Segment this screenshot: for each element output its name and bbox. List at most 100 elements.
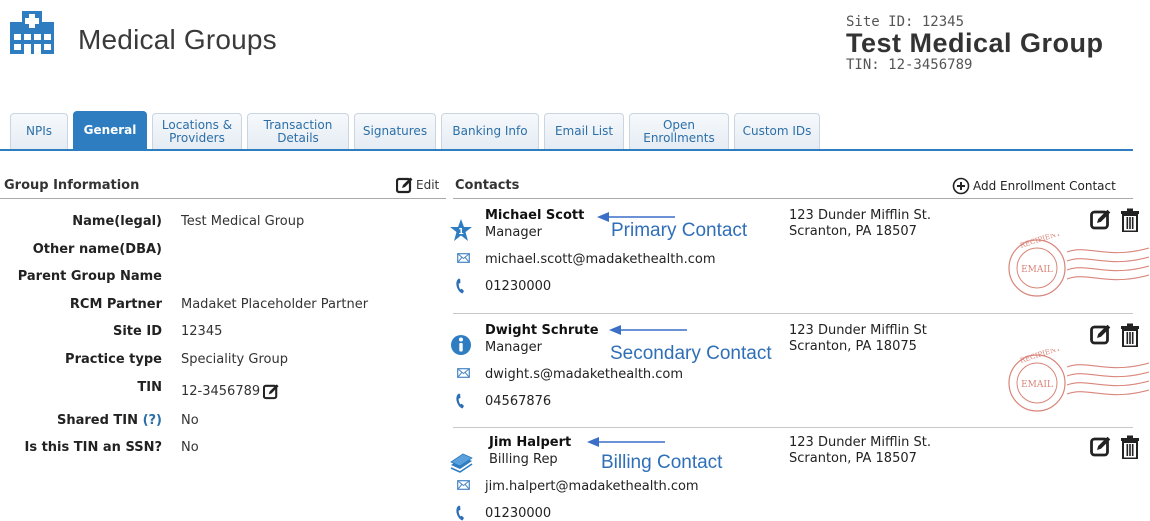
field-label: Site ID (112, 324, 162, 339)
address-line-1: 123 Dunder Mifflin St. (789, 435, 932, 450)
annotation-arrow (587, 437, 665, 447)
edit-contact-icon[interactable] (1090, 323, 1112, 345)
contact-name: Jim Halpert (489, 435, 572, 450)
field-value: No (181, 440, 199, 455)
contact-phone[interactable]: 01230000 (485, 279, 551, 294)
tab-npis[interactable]: NPIs (10, 113, 68, 149)
billing-money-icon (450, 453, 473, 473)
stamp-text: EMAIL (1021, 265, 1053, 275)
field-label: RCM Partner (69, 297, 162, 312)
add-enrollment-contact-label: Add Enrollment Contact (973, 179, 1116, 193)
edit-label: Edit (416, 178, 440, 192)
contact-title: Manager (485, 225, 542, 240)
field-label: Other name(DBA) (32, 242, 162, 257)
edit-contact-icon[interactable] (1090, 435, 1112, 457)
address-line-1: 123 Dunder Mifflin St (789, 323, 927, 338)
plus-circle-icon (952, 177, 970, 195)
contact-phone[interactable]: 01230000 (485, 506, 551, 521)
address-line-2: Scranton, PA 18075 (789, 339, 917, 354)
phone-icon (456, 278, 464, 294)
address-line-2: Scranton, PA 18507 (789, 451, 917, 466)
contact-email[interactable]: michael.scott@madakethealth.com (485, 252, 716, 267)
contact-divider (453, 427, 1133, 428)
info-circle-icon (451, 335, 471, 355)
primary-star-icon: 1 (450, 219, 472, 241)
group-name: Test Medical Group (846, 28, 1104, 58)
contact-card-secondary: Dwight Schrute Manager Secondary Contact… (445, 323, 1150, 433)
contact-name: Dwight Schrute (485, 323, 599, 338)
phone-icon (456, 505, 464, 521)
tab-general[interactable]: General (73, 111, 147, 149)
field-label: TIN (137, 380, 162, 395)
contact-email[interactable]: dwight.s@madakethealth.com (485, 367, 683, 382)
field-value: 12345 (181, 324, 223, 339)
tab-open-enrollments[interactable]: Open Enrollments (629, 113, 729, 149)
group-tin: TIN: 12-3456789 (846, 57, 973, 73)
email-stamp-icon: EMAIL RECIPIENT (1008, 234, 1150, 297)
contact-actions (1090, 208, 1140, 232)
group-info-divider (0, 198, 446, 199)
envelope-icon (457, 253, 470, 263)
phone-icon (456, 393, 464, 409)
tab-custom-ids[interactable]: Custom IDs (734, 113, 820, 149)
annotation-arrow (609, 325, 687, 335)
field-label: Is this TIN an SSN? (24, 440, 162, 455)
field-value: Test Medical Group (181, 214, 305, 229)
contact-card-billing: Jim Halpert Billing Rep Billing Contact … (445, 435, 1150, 521)
secondary-contact-annotation: Secondary Contact (610, 343, 772, 364)
field-value-tin: 12-3456789 (181, 383, 280, 400)
tab-locations-providers[interactable]: Locations & Providers (152, 113, 242, 149)
delete-contact-icon[interactable] (1120, 208, 1140, 232)
add-enrollment-contact-button[interactable]: Add Enrollment Contact (952, 177, 1116, 195)
tab-banking-info[interactable]: Banking Info (441, 113, 539, 149)
field-value: Madaket Placeholder Partner (181, 297, 369, 312)
field-label: Name(legal) (72, 214, 162, 229)
field-row-name-legal: Name(legal) Test Medical Group (0, 214, 440, 234)
tab-transaction-details[interactable]: Transaction Details (247, 113, 349, 149)
field-row-other-name: Other name(DBA) (0, 242, 440, 262)
svg-text:1: 1 (458, 227, 464, 236)
contact-title: Billing Rep (489, 452, 558, 467)
tab-signatures[interactable]: Signatures (354, 113, 436, 149)
field-label: Parent Group Name (17, 269, 162, 284)
field-row-tin: TIN 12-3456789 (0, 380, 440, 400)
field-row-tin-ssn: Is this TIN an SSN? No (0, 440, 440, 460)
contact-title: Manager (485, 340, 542, 355)
email-stamp-icon: EMAIL RECIPIENT (1008, 349, 1150, 412)
tab-email-list[interactable]: Email List (544, 113, 624, 149)
field-label: Shared TIN (56, 413, 139, 428)
site-info: Site ID: 12345 Test Medical Group TIN: 1… (846, 14, 1104, 73)
delete-contact-icon[interactable] (1120, 435, 1140, 459)
hospital-building-icon (10, 11, 54, 54)
field-row-practice-type: Practice type Speciality Group (0, 352, 440, 372)
contacts-heading: Contacts (455, 178, 520, 193)
field-row-shared-tin: Shared TIN (?) No (0, 413, 440, 433)
contact-address: 123 Dunder Mifflin St Scranton, PA 18075 (789, 323, 927, 355)
field-row-rcm-partner: RCM Partner Madaket Placeholder Partner (0, 297, 440, 317)
group-info-heading: Group Information (4, 178, 140, 193)
contact-phone[interactable]: 04567876 (485, 394, 551, 409)
billing-contact-annotation: Billing Contact (601, 452, 723, 473)
contacts-divider (453, 198, 1133, 199)
edit-icon (396, 177, 413, 194)
contact-card-primary: 1 Michael Scott Manager Primary Contact … (445, 208, 1150, 318)
contact-address: 123 Dunder Mifflin St. Scranton, PA 1850… (789, 435, 931, 467)
contact-actions (1090, 435, 1140, 459)
tin-edit-icon[interactable] (263, 383, 280, 400)
group-info-edit-button[interactable]: Edit (396, 176, 439, 194)
edit-contact-icon[interactable] (1090, 208, 1112, 230)
primary-contact-annotation: Primary Contact (611, 220, 748, 241)
field-row-parent-group: Parent Group Name (0, 269, 440, 289)
address-line-1: 123 Dunder Mifflin St. (789, 208, 932, 223)
contact-address: 123 Dunder Mifflin St. Scranton, PA 1850… (789, 208, 931, 240)
contact-actions (1090, 323, 1140, 347)
field-label: Practice type (65, 352, 162, 367)
tab-bar: NPIs General Locations & Providers Trans… (10, 111, 825, 149)
delete-contact-icon[interactable] (1120, 323, 1140, 347)
contact-email[interactable]: jim.halpert@madakethealth.com (485, 479, 699, 494)
help-link[interactable]: (?) (143, 413, 162, 428)
address-line-2: Scranton, PA 18507 (789, 224, 917, 239)
field-label-shared-tin: Shared TIN (?) (57, 413, 162, 428)
page-title: Medical Groups (78, 24, 277, 55)
stamp-text: EMAIL (1021, 380, 1053, 390)
